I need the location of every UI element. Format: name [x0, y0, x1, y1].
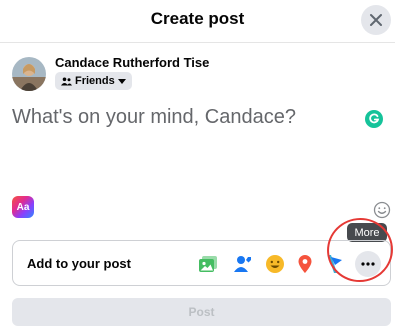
- friends-icon: [61, 77, 72, 85]
- photo-icon: [199, 256, 217, 272]
- avatar[interactable]: [12, 57, 46, 91]
- dialog-title: Create post: [150, 9, 245, 28]
- header-divider: [0, 42, 395, 43]
- caret-down-icon: [117, 78, 126, 84]
- feeling-icon: [266, 255, 284, 273]
- location-pin-icon: [298, 255, 312, 273]
- tag-people-icon: [234, 256, 251, 272]
- audience-selector[interactable]: Friends: [55, 72, 132, 90]
- background-picker-label: Aa: [16, 201, 30, 213]
- tag-people-button[interactable]: [232, 253, 254, 275]
- photo-video-button[interactable]: [197, 253, 219, 275]
- background-picker-button[interactable]: Aa: [12, 196, 34, 218]
- flag-button[interactable]: [324, 253, 346, 275]
- flag-icon: [328, 255, 342, 273]
- add-to-post-bar: Add to your post: [12, 240, 391, 286]
- grammarly-icon[interactable]: [365, 110, 383, 128]
- dialog-header: Create post: [0, 0, 395, 38]
- check-in-button[interactable]: [294, 253, 316, 275]
- emoji-icon[interactable]: [373, 201, 391, 219]
- add-to-post-label: Add to your post: [27, 256, 131, 271]
- post-button[interactable]: Post: [12, 298, 391, 326]
- close-icon: [370, 14, 382, 26]
- close-button[interactable]: [361, 5, 391, 35]
- more-button[interactable]: [355, 251, 381, 277]
- user-name: Candace Rutherford Tise: [55, 55, 210, 70]
- more-icon: [361, 262, 375, 266]
- post-composer-input[interactable]: What's on your mind, Candace?: [12, 106, 296, 129]
- feeling-activity-button[interactable]: [264, 253, 286, 275]
- audience-label: Friends: [75, 75, 115, 87]
